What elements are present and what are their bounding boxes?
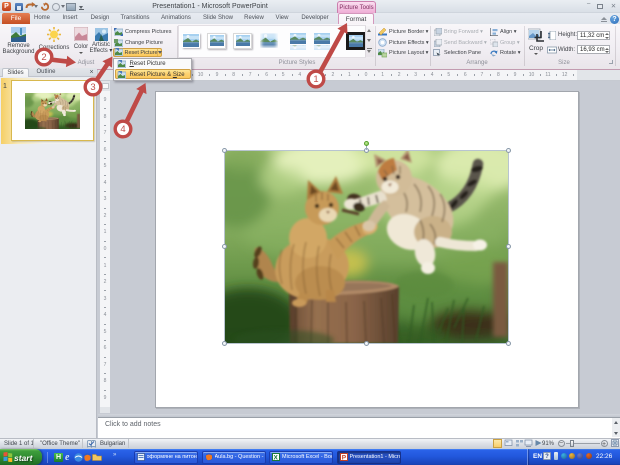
svg-text:X: X	[274, 455, 279, 462]
svg-text:4: 4	[120, 124, 125, 135]
svg-text:P: P	[341, 455, 346, 462]
